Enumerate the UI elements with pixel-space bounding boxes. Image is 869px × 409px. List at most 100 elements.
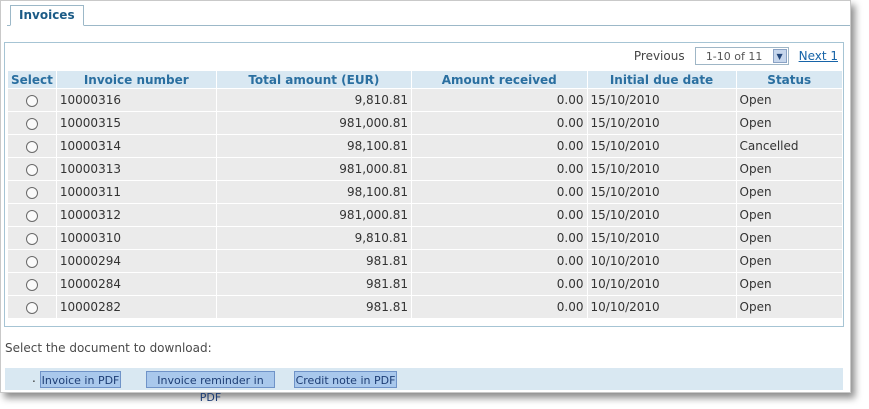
total-amount-cell: 981.81 — [216, 250, 412, 272]
row-select-cell[interactable] — [8, 135, 56, 157]
total-amount-cell: 98,100.81 — [216, 135, 412, 157]
total-amount-cell: 9,810.81 — [216, 227, 412, 249]
total-amount-cell: 981,000.81 — [216, 158, 412, 180]
select-radio[interactable] — [25, 278, 38, 291]
invoice-number-cell: 10000312 — [56, 204, 216, 226]
amount-received-cell: 0.00 — [412, 135, 587, 157]
status-cell: Open — [736, 273, 842, 295]
table-row[interactable]: 10000315 981,000.81 0.00 15/10/2010 Open — [8, 112, 842, 134]
invoices-panel: Previous 1-10 of 11 ▼ Next 1 Select Invo… — [4, 42, 844, 327]
table-row[interactable]: 10000311 98,100.81 0.00 15/10/2010 Open — [8, 181, 842, 203]
table-row[interactable]: 10000282 981.81 0.00 10/10/2010 Open — [8, 296, 842, 318]
download-instruction: Select the document to download: — [5, 341, 212, 355]
table-row[interactable]: 10000313 981,000.81 0.00 15/10/2010 Open — [8, 158, 842, 180]
table-row[interactable]: 10000314 98,100.81 0.00 15/10/2010 Cancelled — [8, 135, 842, 157]
due-date-cell: 15/10/2010 — [587, 181, 736, 203]
table-row[interactable]: 10000310 9,810.81 0.00 15/10/2010 Open — [8, 227, 842, 249]
table-row[interactable]: 10000312 981,000.81 0.00 15/10/2010 Open — [8, 204, 842, 226]
due-date-cell: 15/10/2010 — [587, 112, 736, 134]
due-date-cell: 15/10/2010 — [587, 227, 736, 249]
header-select: Select — [8, 71, 56, 88]
tab-invoices[interactable]: Invoices — [10, 5, 84, 26]
table-header-row: Select Invoice number Total amount (EUR)… — [8, 71, 842, 88]
total-amount-cell: 981.81 — [216, 273, 412, 295]
invoice-pdf-button[interactable]: Invoice in PDF — [40, 371, 121, 388]
invoice-number-cell: 10000311 — [56, 181, 216, 203]
row-select-cell[interactable] — [8, 250, 56, 272]
bar-dot: . — [32, 371, 36, 385]
invoice-number-cell: 10000313 — [56, 158, 216, 180]
invoice-number-cell: 10000315 — [56, 112, 216, 134]
select-radio[interactable] — [25, 255, 38, 268]
select-radio[interactable] — [25, 163, 38, 176]
amount-received-cell: 0.00 — [412, 273, 587, 295]
row-select-cell[interactable] — [8, 296, 56, 318]
amount-received-cell: 0.00 — [412, 181, 587, 203]
header-invoice-number: Invoice number — [56, 71, 216, 88]
header-total-amount: Total amount (EUR) — [216, 71, 412, 88]
select-radio[interactable] — [25, 94, 38, 107]
invoice-number-cell: 10000294 — [56, 250, 216, 272]
row-select-cell[interactable] — [8, 273, 56, 295]
row-select-cell[interactable] — [8, 89, 56, 111]
due-date-cell: 10/10/2010 — [587, 250, 736, 272]
previous-label: Previous — [633, 49, 685, 63]
status-cell: Open — [736, 89, 842, 111]
due-date-cell: 15/10/2010 — [587, 204, 736, 226]
status-cell: Open — [736, 158, 842, 180]
amount-received-cell: 0.00 — [412, 296, 587, 318]
credit-note-pdf-button[interactable]: Credit note in PDF — [294, 371, 397, 388]
due-date-cell: 15/10/2010 — [587, 135, 736, 157]
select-radio[interactable] — [25, 301, 38, 314]
pager: Previous 1-10 of 11 ▼ Next 1 — [634, 47, 838, 65]
due-date-cell: 10/10/2010 — [587, 296, 736, 318]
header-status: Status — [736, 71, 842, 88]
invoice-number-cell: 10000314 — [56, 135, 216, 157]
total-amount-cell: 981,000.81 — [216, 112, 412, 134]
row-select-cell[interactable] — [8, 112, 56, 134]
page-range-select[interactable]: 1-10 of 11 ▼ — [694, 47, 789, 65]
total-amount-cell: 981,000.81 — [216, 204, 412, 226]
row-select-cell[interactable] — [8, 181, 56, 203]
status-cell: Open — [736, 296, 842, 318]
status-cell: Open — [736, 250, 842, 272]
download-button-bar: . Invoice in PDF Invoice reminder in PDF… — [5, 368, 843, 404]
table-row[interactable]: 10000294 981.81 0.00 10/10/2010 Open — [8, 250, 842, 272]
row-select-cell[interactable] — [8, 158, 56, 180]
total-amount-cell: 9,810.81 — [216, 89, 412, 111]
table-row[interactable]: 10000284 981.81 0.00 10/10/2010 Open — [8, 273, 842, 295]
total-amount-cell: 981.81 — [216, 296, 412, 318]
select-radio[interactable] — [25, 186, 38, 199]
invoice-number-cell: 10000310 — [56, 227, 216, 249]
select-radio[interactable] — [25, 117, 38, 130]
select-radio[interactable] — [25, 209, 38, 222]
chevron-down-icon[interactable]: ▼ — [772, 49, 787, 63]
status-cell: Open — [736, 112, 842, 134]
invoice-number-cell: 10000316 — [56, 89, 216, 111]
select-radio[interactable] — [25, 232, 38, 245]
amount-received-cell: 0.00 — [412, 227, 587, 249]
header-initial-due-date: Initial due date — [587, 71, 736, 88]
row-select-cell[interactable] — [8, 227, 56, 249]
invoice-reminder-pdf-button[interactable]: Invoice reminder in PDF — [146, 371, 275, 404]
row-select-cell[interactable] — [8, 204, 56, 226]
amount-received-cell: 0.00 — [412, 204, 587, 226]
status-cell: Open — [736, 227, 842, 249]
next-page-link[interactable]: Next 1 — [799, 49, 838, 63]
table-row[interactable]: 10000316 9,810.81 0.00 15/10/2010 Open — [8, 89, 842, 111]
page-range-value: 1-10 of 11 — [705, 49, 763, 63]
invoices-table: Select Invoice number Total amount (EUR)… — [7, 70, 843, 319]
total-amount-cell: 98,100.81 — [216, 181, 412, 203]
invoices-window: Invoices Previous 1-10 of 11 ▼ Next 1 Se… — [0, 0, 851, 404]
amount-received-cell: 0.00 — [412, 89, 587, 111]
status-cell: Open — [736, 181, 842, 203]
due-date-cell: 15/10/2010 — [587, 89, 736, 111]
amount-received-cell: 0.00 — [412, 158, 587, 180]
invoice-number-cell: 10000284 — [56, 273, 216, 295]
status-cell: Cancelled — [736, 135, 842, 157]
header-amount-received: Amount received — [412, 71, 587, 88]
invoice-number-cell: 10000282 — [56, 296, 216, 318]
select-radio[interactable] — [25, 140, 38, 153]
tab-bar: Invoices — [7, 5, 850, 26]
amount-received-cell: 0.00 — [412, 250, 587, 272]
